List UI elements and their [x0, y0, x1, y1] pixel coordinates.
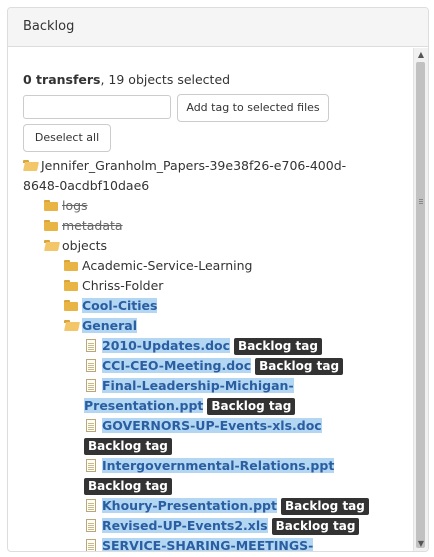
backlog-tag-badge: Backlog tag — [255, 358, 344, 375]
scroll-up-arrow-icon[interactable]: ▲ — [414, 48, 428, 62]
folder-icon — [64, 280, 78, 291]
backlog-panel: Backlog 0 transfers, 19 objects selected… — [7, 7, 429, 552]
tree-folder-general[interactable]: General — [64, 316, 137, 336]
backlog-tag-badge: Backlog tag — [207, 398, 296, 415]
tree-folder-chriss[interactable]: Chriss-Folder — [64, 276, 163, 296]
tree-file[interactable]: Revised-UP-Events2.xls Backlog tag — [86, 516, 360, 536]
scrollbar-thumb[interactable] — [416, 62, 425, 548]
folder-icon — [64, 300, 78, 311]
root-folder-label-cont: 8648-0acdbf10dae6 — [23, 178, 150, 193]
folder-icon — [44, 220, 58, 231]
file-label: CCI-CEO-Meeting.doc — [102, 358, 252, 373]
file-icon — [86, 339, 96, 352]
folder-label: Cool-Cities — [82, 298, 158, 313]
tree-file-cont[interactable]: Backlog tag — [84, 476, 172, 496]
file-icon — [86, 459, 96, 472]
tree-root[interactable]: Jennifer_Granholm_Papers-39e38f26-e706-4… — [23, 156, 346, 176]
folder-label: logs — [62, 198, 88, 213]
folder-icon — [64, 260, 78, 271]
tree-folder-cool-cities[interactable]: Cool-Cities — [64, 296, 158, 316]
file-label-cont: Presentation.ppt — [84, 398, 204, 413]
file-icon — [86, 419, 96, 432]
deselect-all-button[interactable]: Deselect all — [23, 124, 111, 152]
tree-file[interactable]: Khoury-Presentation.ppt Backlog tag — [86, 496, 369, 516]
objects-selected-text: , 19 objects selected — [100, 72, 231, 87]
backlog-tag-badge: Backlog tag — [84, 438, 172, 455]
scroll-down-arrow-icon[interactable]: ▼ — [414, 537, 428, 551]
tree-file[interactable]: GOVERNORS-UP-Events-xls.doc — [86, 416, 322, 436]
tree-file-cont[interactable]: Backlog tag — [84, 436, 172, 456]
folder-open-icon — [64, 320, 80, 331]
tree-folder-metadata[interactable]: metadata — [44, 216, 123, 236]
folder-label: objects — [62, 238, 108, 253]
tree-file[interactable]: CCI-CEO-Meeting.doc Backlog tag — [86, 356, 344, 376]
folder-icon — [44, 200, 58, 211]
folder-label: General — [82, 318, 137, 333]
backlog-tag-badge: Backlog tag — [280, 498, 369, 515]
file-label: SERVICE-SHARING-MEETINGS- — [102, 538, 314, 551]
file-icon — [86, 379, 96, 392]
folder-open-icon — [23, 160, 39, 171]
root-folder-label: Jennifer_Granholm_Papers-39e38f26-e706-4… — [41, 158, 347, 173]
tree-file[interactable]: Intergovernmental-Relations.ppt — [86, 456, 335, 476]
file-icon — [86, 519, 96, 532]
tree-file[interactable]: SERVICE-SHARING-MEETINGS- — [86, 536, 314, 551]
file-label: Khoury-Presentation.ppt — [102, 498, 277, 513]
vertical-scrollbar[interactable]: ▲ ▼ — [413, 48, 428, 551]
file-label: Final-Leadership-Michigan- — [102, 378, 294, 393]
panel-body: 0 transfers, 19 objects selected Add tag… — [8, 48, 414, 551]
folder-label: Academic-Service-Learning — [82, 258, 253, 273]
folder-label: metadata — [62, 218, 123, 233]
file-icon — [86, 359, 96, 372]
add-tag-button[interactable]: Add tag to selected files — [177, 94, 329, 122]
file-label: GOVERNORS-UP-Events-xls.doc — [102, 418, 322, 433]
backlog-tag-badge: Backlog tag — [84, 478, 172, 495]
tree-folder-academic[interactable]: Academic-Service-Learning — [64, 256, 253, 276]
panel-title: Backlog — [8, 8, 428, 47]
selection-summary: 0 transfers, 19 objects selected — [23, 72, 230, 87]
folder-label: Chriss-Folder — [82, 278, 164, 293]
file-label: Intergovernmental-Relations.ppt — [102, 458, 335, 473]
tree-folder-objects[interactable]: objects — [44, 236, 107, 256]
tag-input[interactable] — [23, 95, 171, 119]
file-icon — [86, 499, 96, 512]
tree-folder-logs[interactable]: logs — [44, 196, 88, 216]
backlog-tag-badge: Backlog tag — [271, 518, 360, 535]
tree-file-cont[interactable]: Presentation.ppt Backlog tag — [84, 396, 296, 416]
folder-open-icon — [44, 240, 60, 251]
tree-file[interactable]: 2010-Updates.doc Backlog tag — [86, 336, 322, 356]
tree-file[interactable]: Final-Leadership-Michigan- — [86, 376, 294, 396]
file-label: 2010-Updates.doc — [102, 338, 231, 353]
file-label: Revised-UP-Events2.xls — [102, 518, 268, 533]
transfer-count: 0 transfers — [23, 72, 101, 87]
backlog-tag-badge: Backlog tag — [234, 338, 322, 355]
file-icon — [86, 539, 96, 551]
